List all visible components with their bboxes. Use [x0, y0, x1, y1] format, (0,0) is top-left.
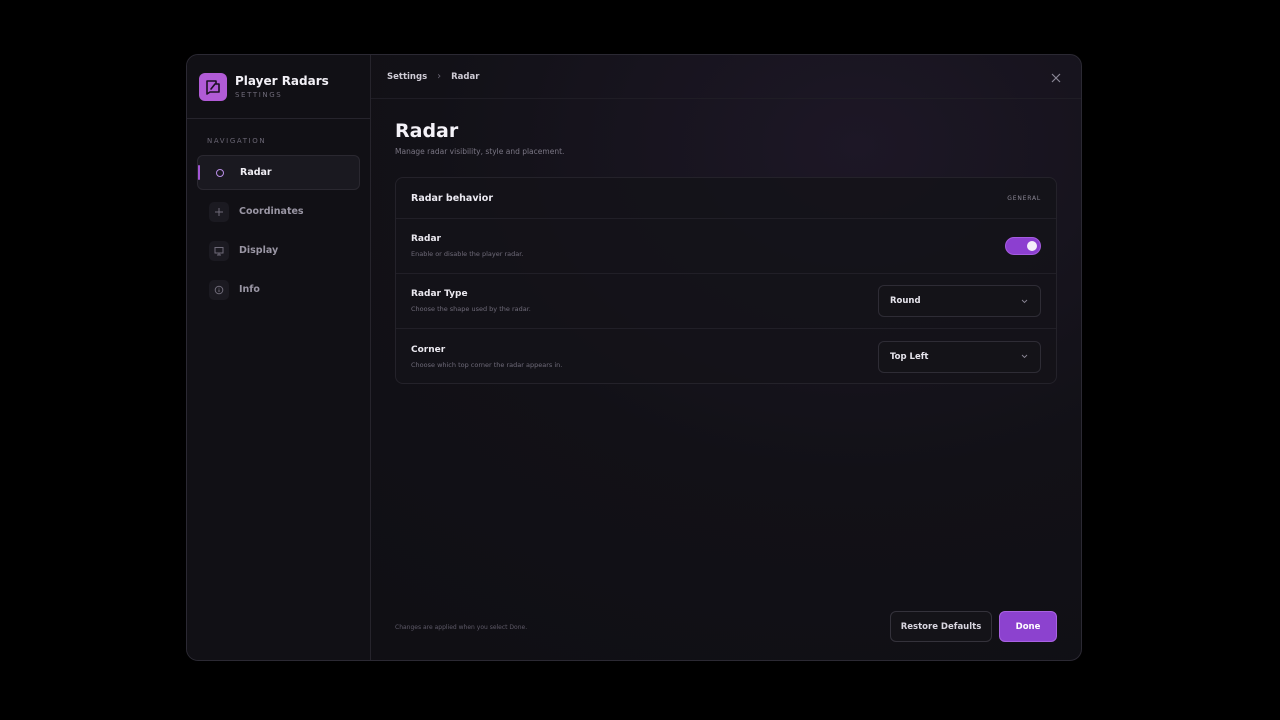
toggle-knob: [1027, 241, 1037, 251]
setting-title: Radar Type: [411, 289, 468, 299]
chevron-down-icon: [1021, 354, 1028, 359]
chevron-right-icon: ›: [437, 71, 442, 82]
card-tag: GENERAL: [1007, 194, 1041, 202]
setting-row-radar: Radar Enable or disable the player radar…: [396, 219, 1056, 274]
done-button[interactable]: Done: [999, 611, 1057, 642]
setting-title: Corner: [411, 344, 446, 355]
restore-defaults-button[interactable]: Restore Defaults: [890, 611, 992, 642]
select-value: Top Left: [890, 351, 929, 362]
sidebar-nav: Radar Coordinates Display Info: [197, 155, 360, 307]
select-value: Round: [890, 296, 921, 306]
page-subtitle: Manage radar visibility, style and place…: [395, 147, 565, 156]
sidebar-item-label: Coordinates: [239, 206, 304, 217]
brand-header: Player Radars SETTINGS: [187, 55, 370, 119]
setting-description: Enable or disable the player radar.: [411, 250, 524, 258]
info-icon: [209, 279, 229, 300]
sidebar-item-display[interactable]: Display: [197, 233, 360, 268]
setting-description: Choose the shape used by the radar.: [411, 305, 531, 313]
chevron-down-icon: [1021, 299, 1028, 303]
setting-title: Radar: [411, 234, 441, 244]
main-panel: Settings › Radar Radar Manage radar visi…: [371, 55, 1081, 660]
sidebar-item-coordinates[interactable]: Coordinates: [197, 194, 360, 229]
page-title: Radar: [395, 120, 459, 142]
sidebar-item-label: Display: [239, 245, 279, 256]
breadcrumb-root[interactable]: Settings: [387, 72, 427, 82]
breadcrumb: Settings › Radar: [371, 55, 1081, 99]
sidebar-item-radar[interactable]: Radar: [197, 155, 360, 190]
card-title: Radar behavior: [411, 192, 494, 204]
close-button[interactable]: [1049, 71, 1063, 85]
app-subtitle: SETTINGS: [235, 91, 283, 99]
setting-row-radar-type: Radar Type Choose the shape used by the …: [396, 274, 1056, 329]
sidebar: Player Radars SETTINGS NAVIGATION Radar …: [187, 55, 371, 660]
setting-description: Choose which top corner the radar appear…: [411, 360, 563, 369]
corner-select[interactable]: Top Left: [878, 340, 1041, 373]
crosshair-icon: [209, 201, 229, 222]
nav-section-label: NAVIGATION: [207, 137, 267, 145]
sidebar-item-label: Radar: [240, 167, 272, 178]
radar-behavior-card: Radar behavior GENERAL Radar Enable or d…: [395, 177, 1057, 384]
breadcrumb-current: Radar: [451, 71, 480, 82]
sidebar-item-info[interactable]: Info: [197, 272, 360, 307]
radar-toggle[interactable]: [1005, 237, 1041, 255]
sidebar-item-label: Info: [239, 284, 260, 295]
monitor-icon: [209, 240, 229, 261]
footer-note: Changes are applied when you select Done…: [395, 624, 528, 631]
card-header: Radar behavior GENERAL: [396, 178, 1056, 219]
close-icon: [1051, 73, 1061, 83]
radar-type-select[interactable]: Round: [878, 285, 1041, 317]
app-title: Player Radars: [235, 74, 329, 88]
app-logo-icon: [199, 72, 227, 101]
setting-row-corner: Corner Choose which top corner the radar…: [396, 329, 1056, 384]
settings-window: Player Radars SETTINGS NAVIGATION Radar …: [186, 54, 1082, 661]
radar-icon: [210, 163, 230, 183]
